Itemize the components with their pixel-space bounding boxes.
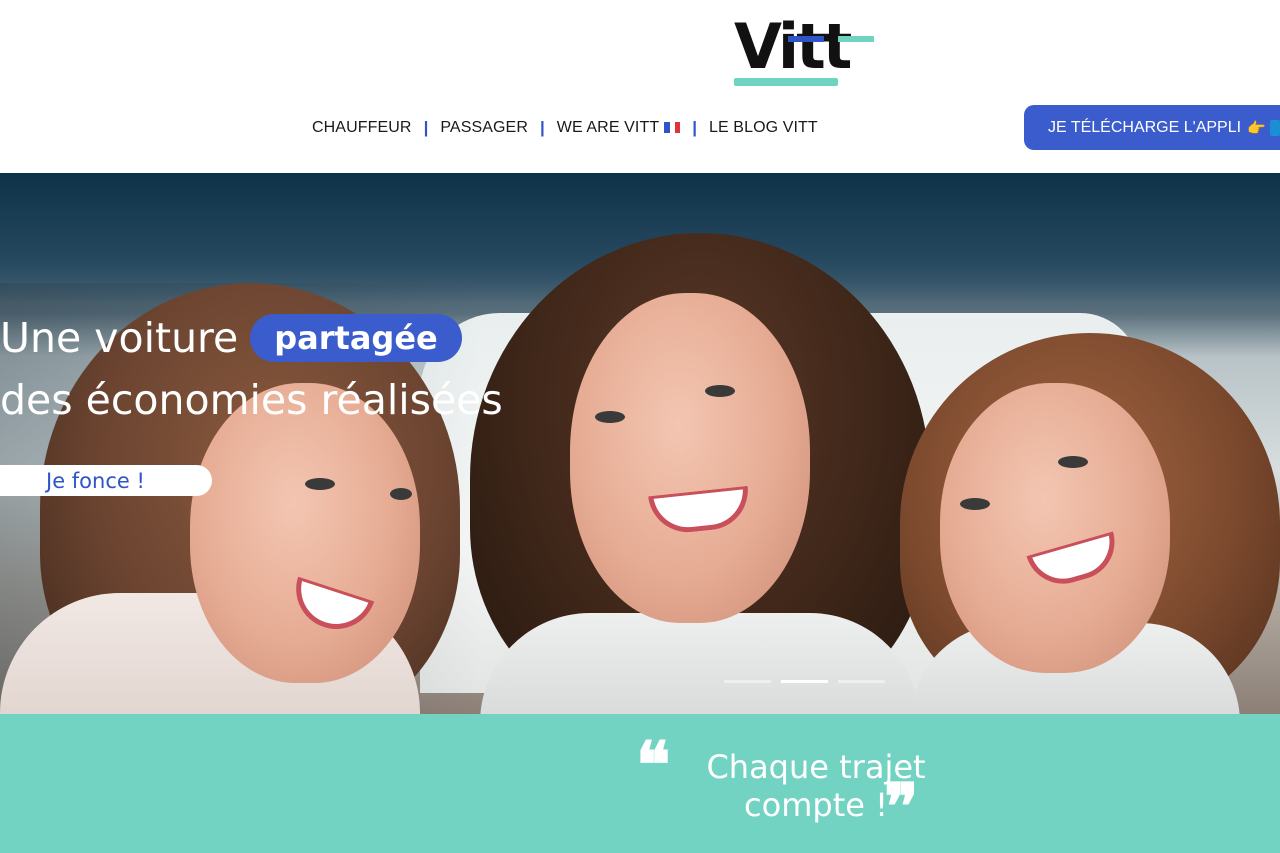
hero-cta-button[interactable]: Je fonce ! [0, 465, 212, 496]
logo-crossbar-blue [788, 36, 824, 42]
nav-separator: | [540, 118, 545, 137]
download-app-button[interactable]: JE TÉLÉCHARGE L'APPLI 👉 [1024, 105, 1280, 150]
carousel-dot[interactable] [724, 680, 771, 683]
carousel-indicators [724, 680, 885, 683]
hero-photo-person-center [460, 223, 940, 714]
logo-crossbar-teal [838, 36, 874, 42]
logo-underline [734, 78, 838, 86]
hero-photo-person-right [900, 333, 1280, 714]
hero-headline: Une voiture partagée des économies réali… [0, 307, 503, 431]
nav-item-chauffeur[interactable]: CHAUFFEUR [312, 119, 412, 137]
nav-separator: | [423, 118, 429, 137]
hero-headline-line2: des économies réalisées [0, 376, 503, 424]
carousel-dot-active[interactable] [781, 680, 828, 683]
main-nav: CHAUFFEUR | PASSAGER | WE ARE VITT | LE … [312, 116, 818, 140]
nav-item-we-are-vitt-label: WE ARE VITT [556, 119, 660, 136]
phone-icon [1269, 119, 1280, 136]
french-flag-icon [664, 122, 681, 133]
open-quote-icon: ❝ [636, 728, 671, 803]
site-header: Vitt CHAUFFEUR | PASSAGER | WE ARE VITT … [0, 0, 1280, 173]
vitt-logo[interactable]: Vitt [730, 10, 880, 90]
nav-item-passager[interactable]: PASSAGER [440, 119, 528, 137]
hero-highlight-badge: partagée [250, 314, 462, 362]
logo-text: Vitt [734, 10, 852, 83]
quote-band: ❝ Chaque trajet compte ! ❞ [0, 714, 1280, 853]
hero-carousel: Une voiture partagée des économies réali… [0, 173, 1280, 714]
nav-item-we-are-vitt[interactable]: WE ARE VITT [556, 119, 681, 137]
carousel-dot[interactable] [838, 680, 885, 683]
hero-headline-line1: Une voiture [0, 314, 239, 362]
close-quote-icon: ❞ [884, 770, 919, 845]
nav-item-blog[interactable]: LE BLOG VITT [709, 119, 818, 137]
pointing-hand-icon: 👉 [1247, 119, 1266, 137]
download-app-label: JE TÉLÉCHARGE L'APPLI [1048, 118, 1242, 136]
nav-separator: | [692, 118, 697, 137]
